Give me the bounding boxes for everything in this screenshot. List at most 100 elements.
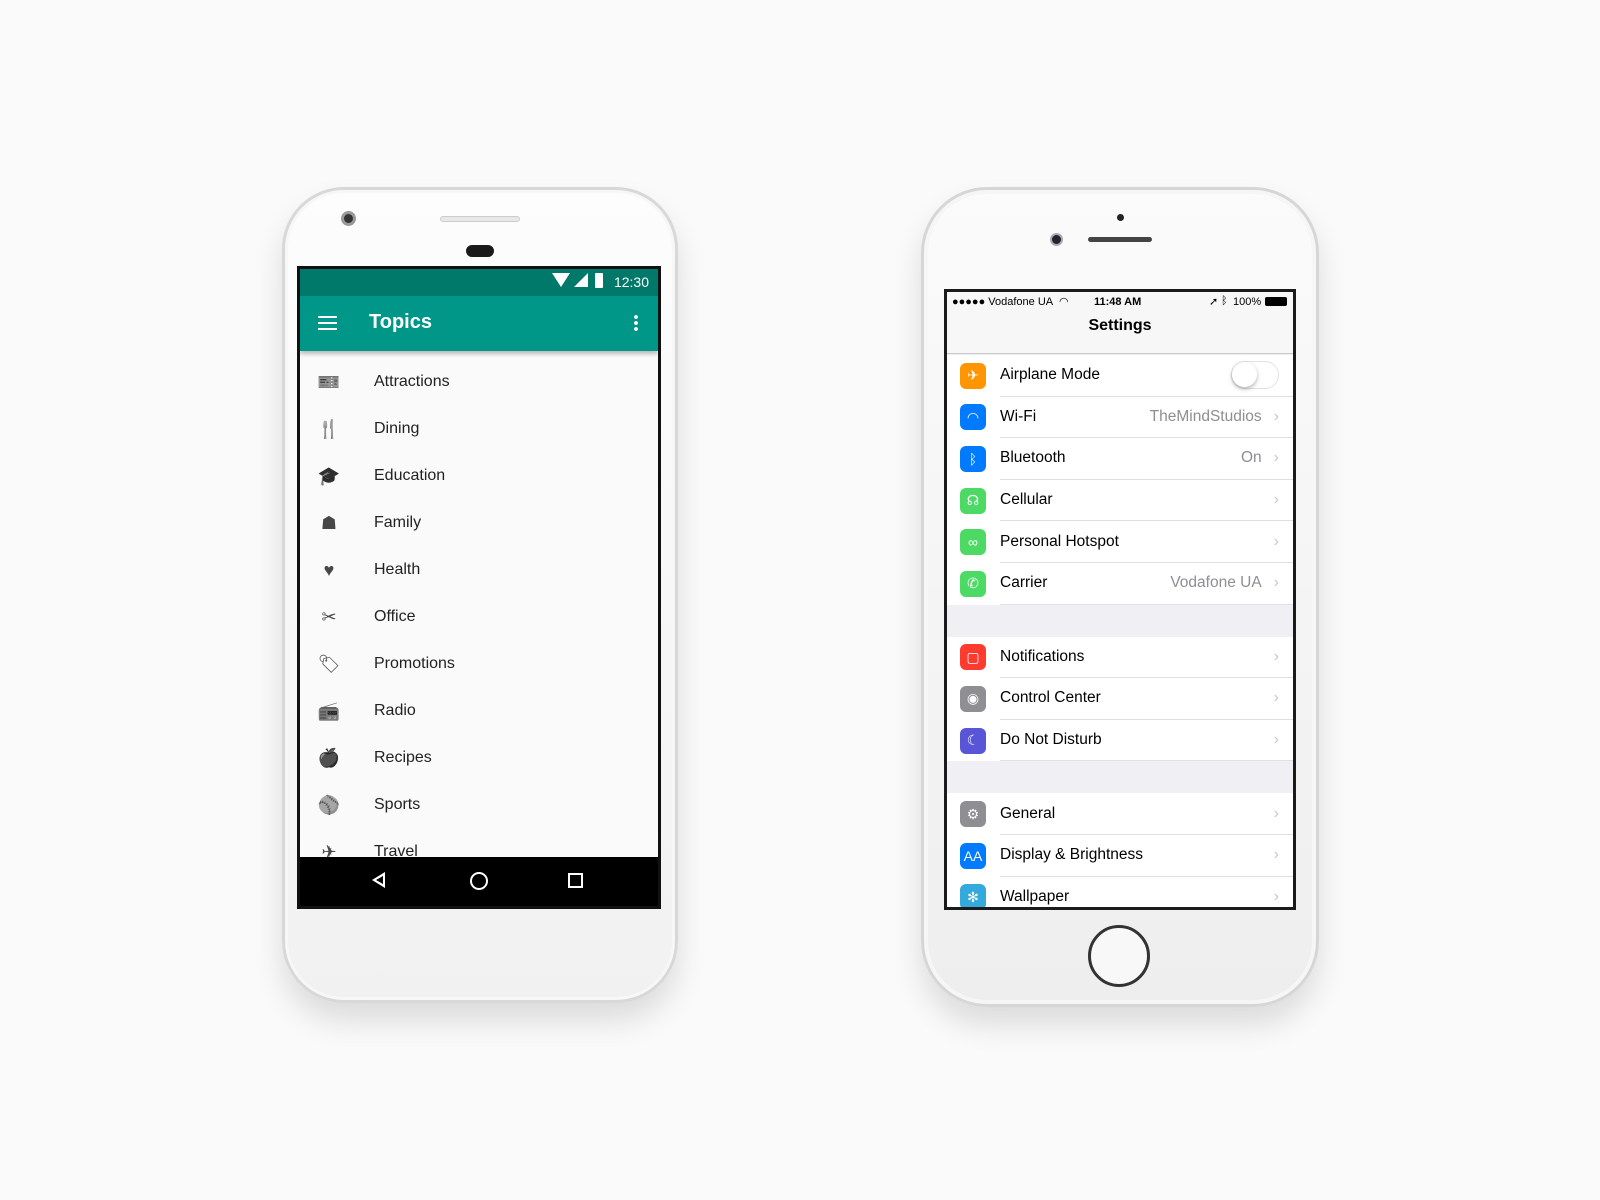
settings-row-carrier[interactable]: ✆ Carrier Vodafone UA › <box>947 563 1293 605</box>
carrier-label: ●●●●● Vodafone UA <box>952 296 1054 308</box>
proximity-sensor <box>1117 214 1124 221</box>
carrier-icon: ✆ <box>960 570 986 597</box>
airplane-mode-toggle[interactable] <box>1231 361 1279 390</box>
sensor <box>466 245 494 257</box>
display-brightness-icon: AA <box>960 842 986 869</box>
recents-icon[interactable] <box>568 873 583 888</box>
list-item-family[interactable]: ☗ Family <box>300 499 658 547</box>
list-item-radio[interactable]: 📻 Radio <box>300 687 658 735</box>
list-item-health[interactable]: ♥ Health <box>300 546 658 594</box>
more-vert-icon[interactable] <box>634 314 638 332</box>
scissors-icon: ✂ <box>321 606 337 627</box>
wi-fi-icon: ◠ <box>960 404 986 431</box>
personal-hotspot-icon: ∞ <box>960 529 986 556</box>
ticket-icon: 🎫 <box>317 371 341 392</box>
battery-icon <box>595 273 603 288</box>
list-item-office[interactable]: ✂ Office <box>300 593 658 641</box>
control-center-icon: ◉ <box>960 685 986 712</box>
chevron-right-icon: › <box>1273 804 1279 822</box>
list-item-promotions[interactable]: 🏷 Promotions <box>300 640 658 688</box>
family-icon: ☗ <box>320 512 338 533</box>
settings-row-general[interactable]: ⚙ General › <box>947 793 1293 835</box>
app-bar: Topics <box>300 296 658 351</box>
list-item-education[interactable]: 🎓 Education <box>300 452 658 500</box>
list-item-label: Family <box>374 514 422 531</box>
nav-title: Settings <box>947 312 1293 354</box>
row-value: TheMindStudios <box>1149 407 1262 425</box>
cellular-icon: ☊ <box>960 487 986 514</box>
status-bar: ●●●●● Vodafone UA ◠ 11:48 AM ➚ ᛒ 100% <box>947 292 1293 312</box>
list-item-label: Health <box>374 561 421 578</box>
earpiece <box>1088 237 1152 242</box>
ios-screen: ●●●●● Vodafone UA ◠ 11:48 AM ➚ ᛒ 100% Se… <box>944 289 1296 910</box>
notifications-icon: ▢ <box>960 644 986 671</box>
chevron-right-icon: › <box>1273 491 1279 509</box>
status-time: 12:30 <box>613 274 649 290</box>
list-item-recipes[interactable]: 🍎 Recipes <box>300 734 658 782</box>
list-item-label: Recipes <box>374 749 432 766</box>
row-label: Wi-Fi <box>1000 407 1037 425</box>
do-not-disturb-icon: ☾ <box>960 727 986 754</box>
chevron-right-icon: › <box>1273 647 1279 665</box>
list-item-dining[interactable]: 🍴 Dining <box>300 405 658 453</box>
heart-icon: ♥ <box>323 559 335 580</box>
location-icon: ➚ <box>1209 296 1219 308</box>
chevron-right-icon: › <box>1273 449 1279 467</box>
chevron-right-icon: › <box>1273 532 1279 550</box>
school-icon: 🎓 <box>317 465 341 486</box>
row-label: Airplane Mode <box>1000 366 1100 384</box>
row-label: Cellular <box>1000 491 1053 509</box>
list-item-label: Office <box>374 608 416 625</box>
front-camera <box>1050 233 1063 246</box>
row-label: Notifications <box>1000 647 1085 665</box>
airplane-mode-icon: ✈ <box>960 362 986 389</box>
chevron-right-icon: › <box>1273 887 1279 905</box>
status-bar: 12:30 <box>300 269 658 296</box>
settings-row-display-brightness[interactable]: AA Display & Brightness › <box>947 835 1293 877</box>
row-label: Wallpaper <box>1000 887 1070 905</box>
list-item-label: Radio <box>374 702 416 719</box>
settings-row-airplane-mode[interactable]: ✈ Airplane Mode <box>947 355 1293 397</box>
general-icon: ⚙ <box>960 801 986 828</box>
battery-icon <box>1265 297 1287 306</box>
row-value: Vodafone UA <box>1170 574 1262 592</box>
radio-icon: 📻 <box>317 700 341 721</box>
wifi-icon <box>552 273 570 287</box>
list-item-label: Promotions <box>374 655 455 672</box>
list-item-label: Education <box>374 467 446 484</box>
page-title: Topics <box>369 311 432 333</box>
settings-row-cellular[interactable]: ☊ Cellular › <box>947 479 1293 522</box>
list-item-sports[interactable]: ⚾ Sports <box>300 781 658 829</box>
row-value: On <box>1240 449 1262 467</box>
wifi-icon: ◠ <box>1059 296 1069 308</box>
settings-row-do-not-disturb[interactable]: ☾ Do Not Disturb › <box>947 719 1293 762</box>
row-label: Bluetooth <box>1000 449 1066 467</box>
settings-row-bluetooth[interactable]: ᛒ Bluetooth On › <box>947 438 1293 480</box>
back-inner <box>376 876 383 884</box>
status-time: 11:48 AM <box>1094 296 1142 308</box>
home-button[interactable] <box>1088 925 1150 987</box>
hamburger-icon[interactable] <box>318 316 337 330</box>
list-item-label: Sports <box>374 796 421 813</box>
settings-row-wi-fi[interactable]: ◠ Wi-Fi TheMindStudios › <box>947 396 1293 439</box>
chevron-right-icon: › <box>1273 731 1279 749</box>
bluetooth-icon: ᛒ <box>960 445 986 472</box>
dining-icon: 🍴 <box>317 418 341 439</box>
earpiece <box>440 216 520 222</box>
chevron-right-icon: › <box>1273 846 1279 864</box>
android-screen: 12:30 Topics 🎫 Attractions 🍴 Dining 🎓 Educati… <box>297 266 661 909</box>
row-label: Carrier <box>1000 574 1048 592</box>
settings-row-personal-hotspot[interactable]: ∞ Personal Hotspot › <box>947 521 1293 563</box>
apple-icon: 🍎 <box>317 747 341 768</box>
row-label: Control Center <box>1000 689 1101 707</box>
list-item-attractions[interactable]: 🎫 Attractions <box>300 358 658 406</box>
bluetooth-icon: ᛒ <box>1221 295 1228 307</box>
settings-row-control-center[interactable]: ◉ Control Center › <box>947 678 1293 720</box>
wallpaper-icon: ✻ <box>960 884 986 907</box>
chevron-right-icon: › <box>1273 407 1279 425</box>
settings-row-notifications[interactable]: ▢ Notifications › <box>947 636 1293 679</box>
home-icon[interactable] <box>470 872 488 890</box>
ball-icon: ⚾ <box>317 794 341 815</box>
chevron-right-icon: › <box>1273 574 1279 592</box>
settings-row-wallpaper[interactable]: ✻ Wallpaper › <box>947 876 1293 907</box>
